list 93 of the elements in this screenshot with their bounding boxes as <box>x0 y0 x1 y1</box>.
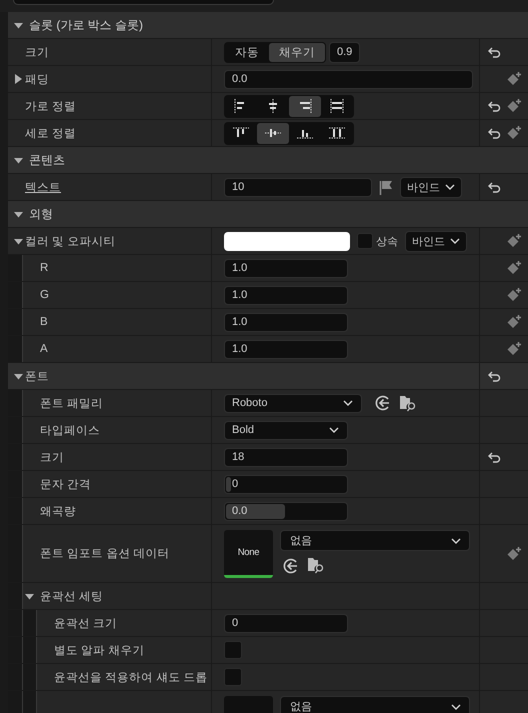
dropdown[interactable]: Bold <box>224 420 348 440</box>
section-header[interactable]: 콘텐츠 <box>8 147 528 174</box>
property-label: 타입페이스 <box>40 424 100 438</box>
reset-icon[interactable] <box>488 182 500 192</box>
property-label: 문자 간격 <box>40 478 92 492</box>
align-right-icon <box>297 99 313 113</box>
property-label: G <box>40 289 49 301</box>
diamond-plus-icon[interactable] <box>506 71 522 87</box>
search-field[interactable] <box>13 0 274 5</box>
chevron-down-icon <box>343 400 353 406</box>
number-field[interactable]: 0.0 <box>224 70 473 88</box>
diamond-plus-icon[interactable] <box>506 546 522 562</box>
number-field[interactable]: 18 <box>224 448 348 466</box>
number-field[interactable]: 1.0 <box>224 258 348 278</box>
checkbox[interactable] <box>224 641 242 659</box>
disclosure-triangle-icon[interactable] <box>14 22 23 28</box>
property-label: 크기 <box>40 450 64 464</box>
diamond-plus-icon[interactable] <box>506 287 522 303</box>
property-label: 크기 <box>25 46 49 60</box>
folder-search-icon[interactable] <box>308 557 325 574</box>
property-label: 컬러 및 오파시티 <box>25 234 116 248</box>
diamond-plus-icon[interactable] <box>506 233 522 249</box>
number-field[interactable]: 1.0 <box>224 286 348 304</box>
text-field[interactable]: 10 <box>224 178 372 196</box>
property-label: 윤곽선 크기 <box>54 616 118 630</box>
property-label: 패딩 <box>25 72 49 86</box>
bind-dropdown[interactable]: 바인드 <box>400 176 462 198</box>
section-title: 외형 <box>29 206 53 222</box>
checkbox-label: 상속 <box>376 234 398 248</box>
checkbox[interactable] <box>224 668 242 686</box>
property-label: 폰트 임포트 옵션 데이터 <box>40 547 170 561</box>
property-label: 세로 정렬 <box>25 126 76 140</box>
bind-dropdown[interactable]: 바인드 <box>405 230 467 252</box>
reset-icon[interactable] <box>488 46 500 58</box>
section-header[interactable]: 슬롯 (가로 박스 슬롯) <box>8 12 528 39</box>
diamond-plus-icon[interactable] <box>506 125 522 141</box>
diamond-plus-icon[interactable] <box>506 260 522 276</box>
align-middle-icon <box>265 126 281 140</box>
disclosure-triangle-icon[interactable] <box>14 210 23 218</box>
dropdown[interactable]: 없음 <box>280 530 470 551</box>
size-option[interactable]: 자동 <box>225 42 269 62</box>
align-fill-icon <box>329 126 345 140</box>
size-option[interactable]: 채우기 <box>269 42 325 62</box>
arrow-circle-icon[interactable] <box>283 558 299 574</box>
slider-field[interactable]: 0.0 <box>224 502 348 520</box>
dropdown[interactable]: 없음 <box>280 696 470 713</box>
section-header[interactable]: 외형 <box>8 201 528 228</box>
property-label: B <box>40 316 48 328</box>
align-button[interactable] <box>289 96 321 116</box>
disclosure-triangle-icon[interactable] <box>14 238 23 244</box>
color-swatch[interactable] <box>224 232 350 250</box>
asset-thumbnail[interactable]: None <box>224 530 273 578</box>
align-top-icon <box>233 126 249 140</box>
reset-icon[interactable] <box>488 100 500 112</box>
property-label: 윤곽선 세팅 <box>40 590 104 604</box>
property-label: 윤곽선을 적용하여 섀도 드롭 <box>54 670 208 684</box>
flag-icon[interactable] <box>379 180 393 194</box>
align-fill-icon <box>329 99 345 113</box>
property-label: 폰트 <box>25 370 49 384</box>
disclosure-triangle-icon[interactable] <box>14 372 23 380</box>
diamond-plus-icon[interactable] <box>506 314 522 330</box>
property-label: A <box>40 343 48 355</box>
reset-icon[interactable] <box>488 370 500 382</box>
number-field[interactable]: 1.0 <box>224 340 348 358</box>
align-button[interactable] <box>257 122 289 144</box>
disclosure-triangle-icon[interactable] <box>25 592 34 600</box>
property-label: 텍스트 <box>25 180 61 194</box>
number-field[interactable]: 1.0 <box>224 312 348 332</box>
dropdown[interactable]: Roboto <box>224 394 362 412</box>
slider-field[interactable]: 0 <box>224 474 348 494</box>
section-title: 콘텐츠 <box>29 152 65 168</box>
chevron-down-icon <box>445 184 455 190</box>
chevron-down-icon <box>451 538 461 544</box>
property-label: 폰트 패밀리 <box>40 396 104 410</box>
disclosure-triangle-icon[interactable] <box>15 74 22 84</box>
number-field[interactable]: 0.9 <box>329 42 360 62</box>
chevron-down-icon <box>451 704 461 710</box>
number-field[interactable]: 0 <box>224 614 348 632</box>
chevron-down-icon <box>450 238 460 244</box>
section-title: 슬롯 (가로 박스 슬롯) <box>29 16 143 34</box>
property-label: 왜곡량 <box>40 504 76 518</box>
folder-search-icon[interactable] <box>400 394 417 412</box>
arrow-circle-icon[interactable] <box>375 395 391 411</box>
property-label: 별도 알파 채우기 <box>54 644 144 658</box>
chevron-down-icon <box>329 427 339 433</box>
property-label: R <box>40 262 48 274</box>
disclosure-triangle-icon[interactable] <box>14 156 23 164</box>
diamond-plus-icon[interactable] <box>506 98 522 114</box>
property-label: 가로 정렬 <box>25 100 76 114</box>
reset-icon[interactable] <box>488 452 500 462</box>
checkbox[interactable] <box>357 233 373 249</box>
reset-icon[interactable] <box>488 128 500 138</box>
diamond-plus-icon[interactable] <box>506 341 522 357</box>
